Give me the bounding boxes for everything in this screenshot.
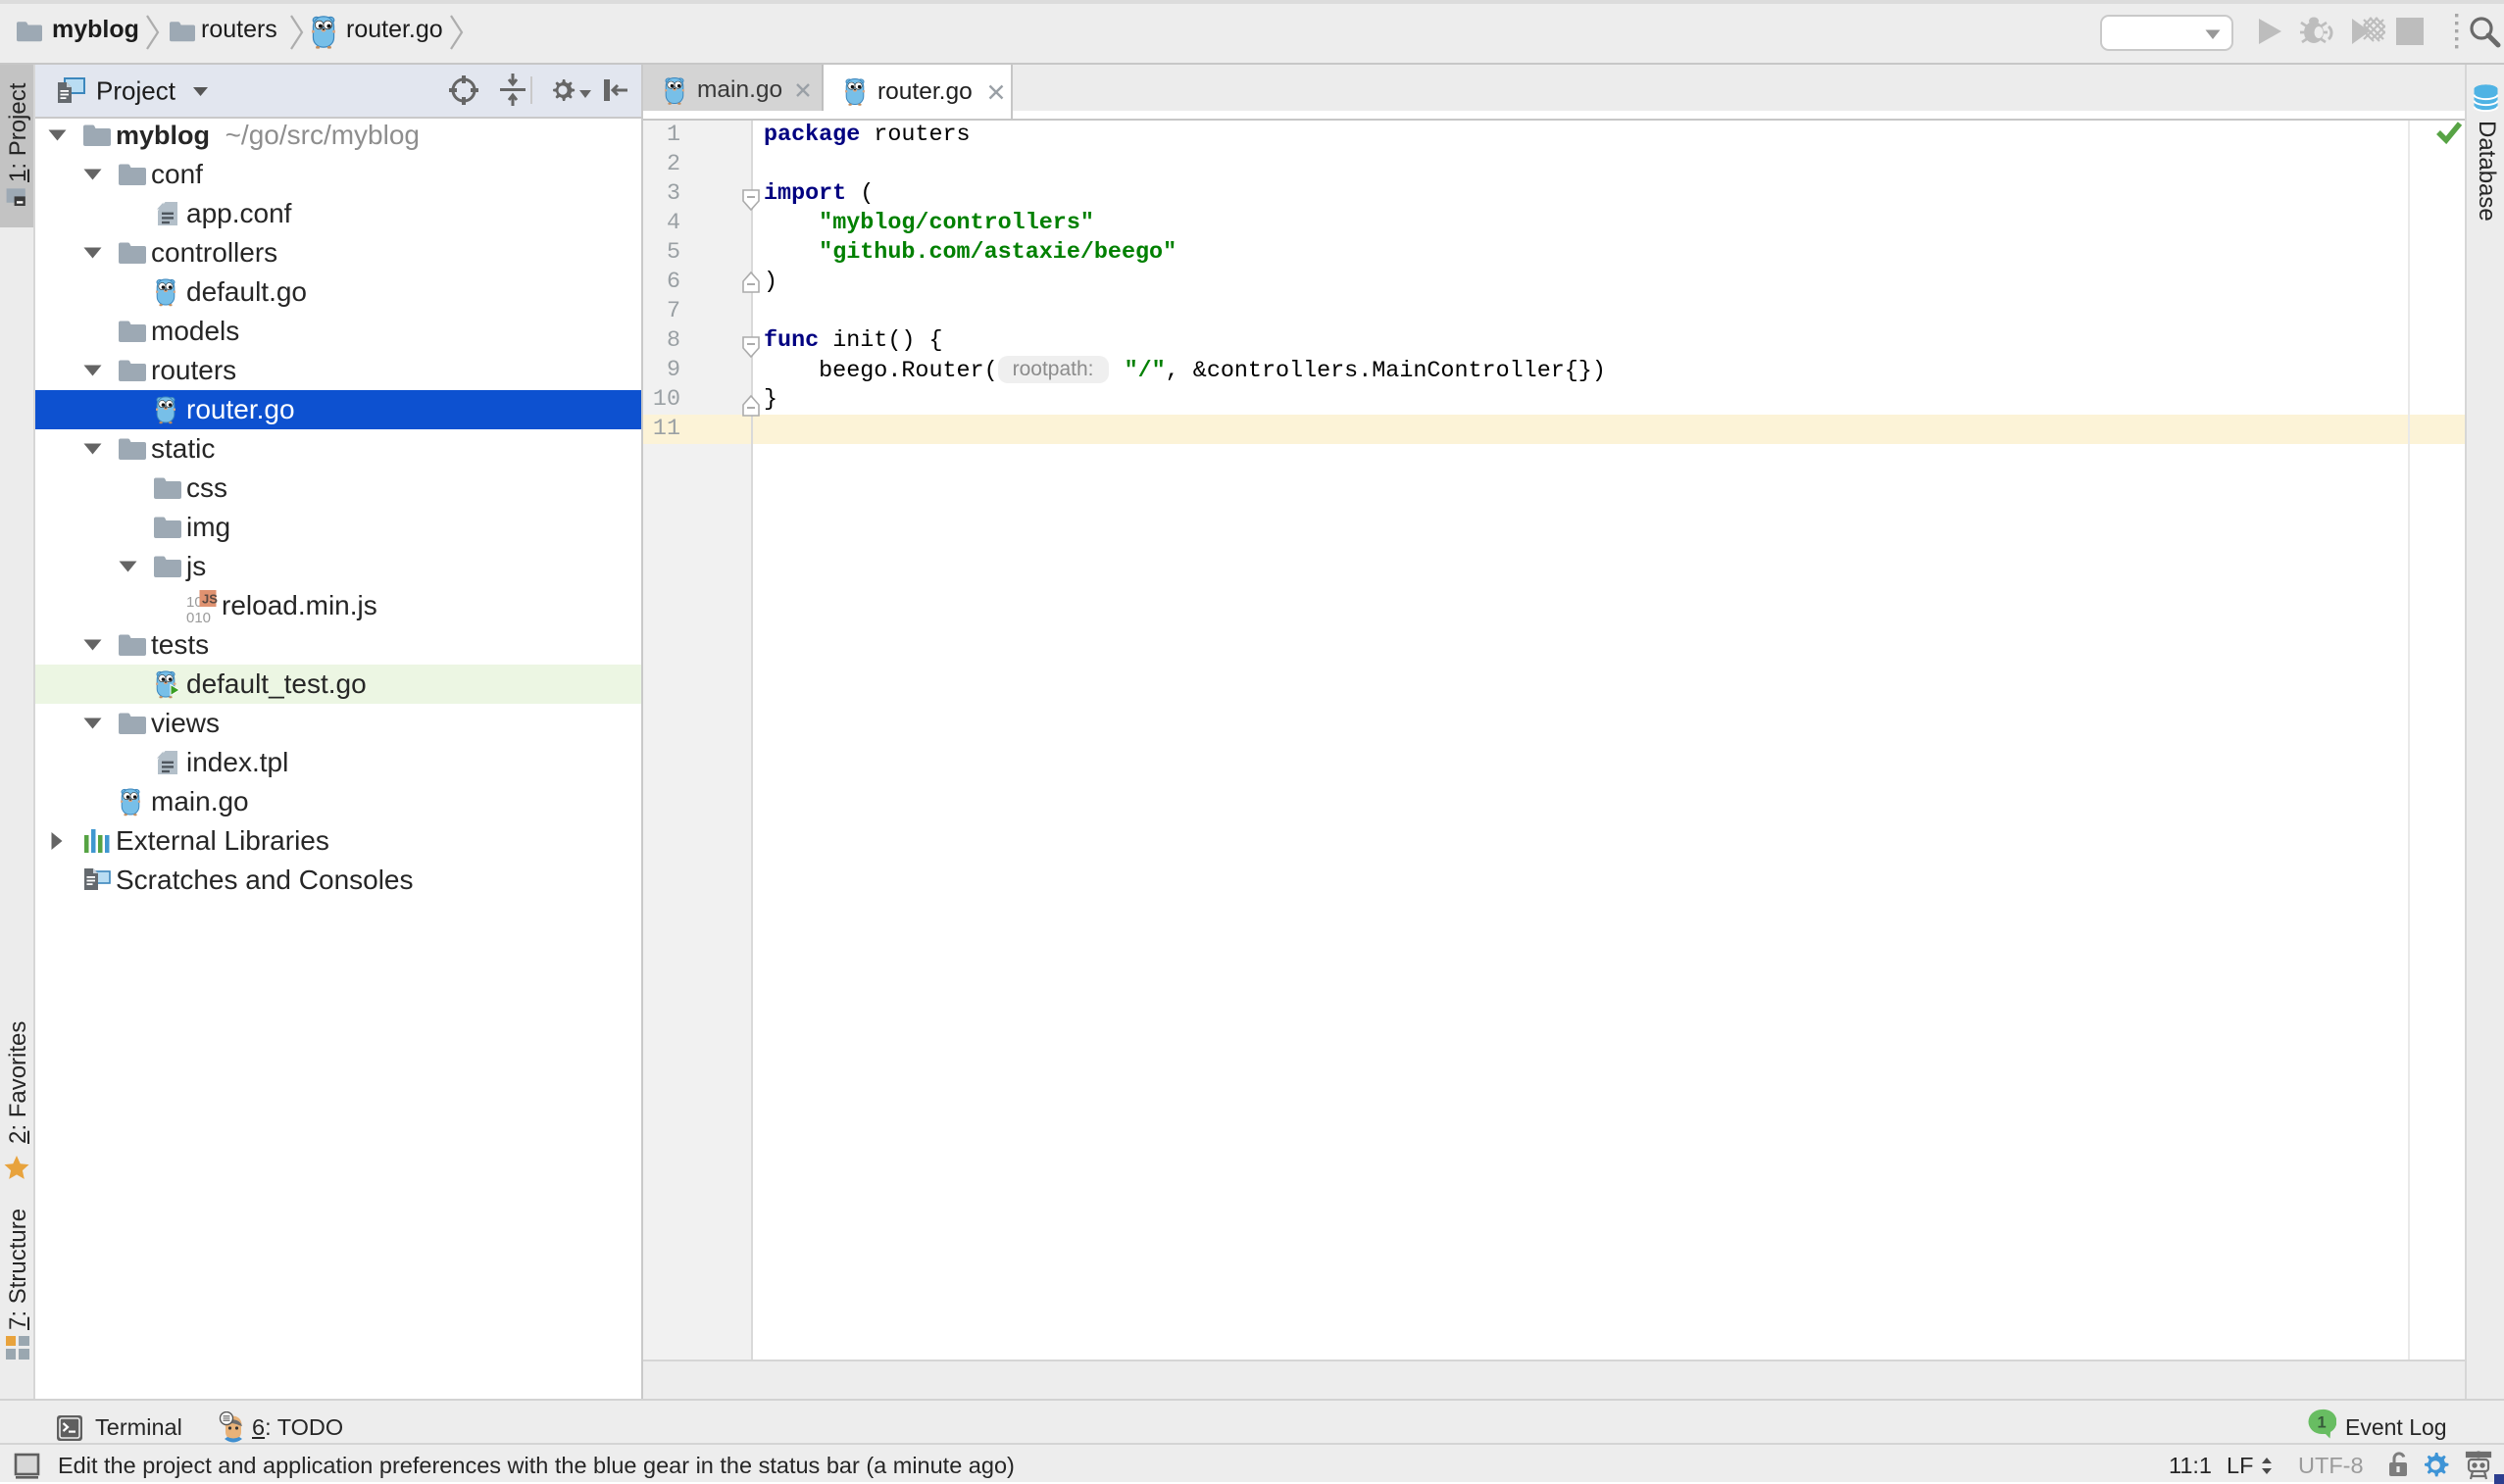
svg-text:1: 1 xyxy=(2318,1414,2327,1432)
svg-text:JS: JS xyxy=(202,592,218,607)
svg-text:010: 010 xyxy=(186,610,211,625)
